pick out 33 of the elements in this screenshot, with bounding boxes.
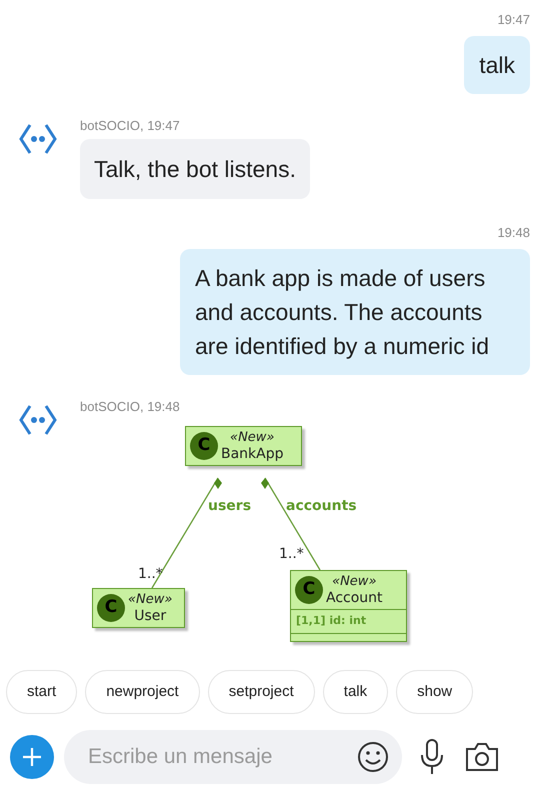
add-button[interactable] <box>10 734 54 778</box>
class-name: User <box>134 608 166 624</box>
stereotype-label: «New» <box>230 430 274 446</box>
stereotype-label: «New» <box>128 592 172 608</box>
timestamp: 19:48 <box>497 224 530 242</box>
suggestion-chip[interactable]: show <box>396 670 474 714</box>
suggestion-chip[interactable]: newproject <box>85 670 200 714</box>
plus-icon <box>21 746 43 768</box>
message-bubble: talk <box>464 36 530 94</box>
message-bubble: Talk, the bot listens. <box>80 139 310 199</box>
message-input[interactable]: Escribe un mensaje <box>64 730 402 784</box>
sender-label: botSOCIO, 19:47 <box>80 116 180 134</box>
suggestion-chip[interactable]: setproject <box>208 670 315 714</box>
class-name: Account <box>326 590 383 606</box>
camera-icon[interactable] <box>464 740 500 772</box>
multiplicity-label: 1..* <box>279 545 304 564</box>
class-name: BankApp <box>221 446 284 462</box>
association-label: users <box>208 497 252 516</box>
suggestion-chip[interactable]: talk <box>322 670 388 714</box>
attribute-text: [1,1] id: int <box>296 613 368 629</box>
suggestion-chip[interactable]: start <box>6 670 78 714</box>
class-badge: C <box>97 594 125 622</box>
message-bubble: A bank app is made of users and accounts. The accounts are identified by a numeric id <box>180 248 530 374</box>
timestamp: 19:47 <box>497 11 530 29</box>
class-badge: C <box>190 432 218 460</box>
microphone-icon[interactable] <box>418 738 446 776</box>
bot-logo-icon <box>18 402 58 436</box>
association-label: accounts <box>286 497 357 516</box>
sender-label: botSOCIO, 19:48 <box>80 398 180 416</box>
class-badge: C <box>295 576 323 604</box>
emoji-icon[interactable] <box>356 740 390 774</box>
stereotype-label: «New» <box>332 574 376 590</box>
bot-logo-icon <box>18 122 58 156</box>
